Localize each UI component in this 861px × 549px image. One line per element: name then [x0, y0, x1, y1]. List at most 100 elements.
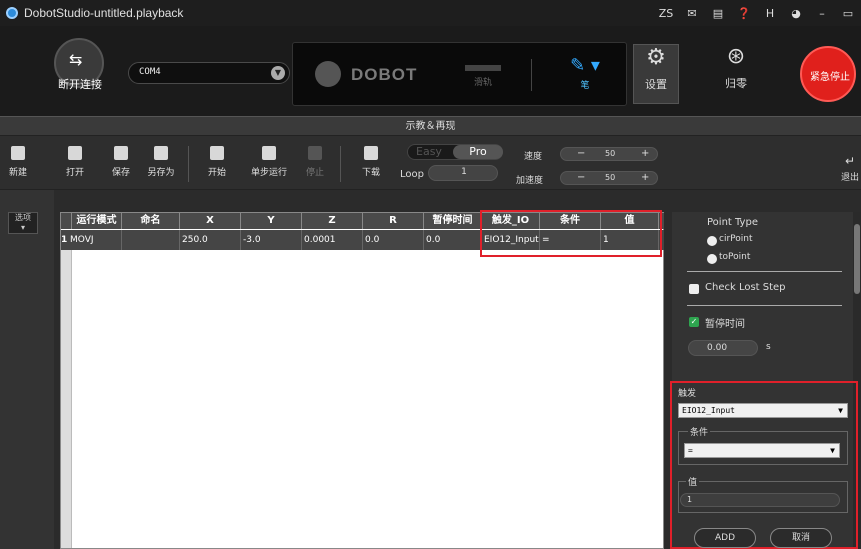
speed-label: 速度 — [524, 152, 543, 162]
table-cell[interactable] — [122, 230, 180, 250]
home-return-icon: ⊛ — [726, 44, 746, 69]
home-button[interactable]: ⊛ 归零 — [713, 44, 759, 104]
save-button[interactable]: 保存 — [106, 144, 136, 184]
settings-label: 设置 — [645, 78, 667, 91]
pause-time-label: 暂停时间 — [705, 319, 745, 330]
options-button[interactable]: 选项 ▾ — [8, 212, 38, 234]
cirpoint-radio[interactable] — [707, 236, 717, 246]
highlight-frame — [480, 210, 662, 257]
toolbar: 新建 打开 保存 另存为 开始 单步运行 停止 下载 Easy Pro Loop… — [0, 136, 861, 190]
stop-button[interactable]: 停止 — [300, 144, 330, 184]
open-label: 打开 — [65, 168, 84, 178]
minimize-button[interactable]: – — [809, 7, 835, 20]
chevron-down-icon: ▼ — [838, 406, 843, 415]
loop-input[interactable]: 1 — [428, 165, 498, 181]
mode-pro[interactable]: Pro — [453, 145, 503, 159]
emergency-stop-button[interactable]: 紧急停止 — [800, 46, 856, 102]
step-run-button[interactable]: 单步运行 — [246, 144, 292, 184]
table-cell[interactable]: -3.0 — [241, 230, 302, 250]
save-as-label: 另存为 — [147, 168, 175, 178]
rail-icon — [465, 65, 501, 71]
add-button[interactable]: ADD — [694, 528, 756, 548]
new-label: 新建 — [8, 168, 27, 178]
table-cell[interactable]: MOVJ — [68, 230, 122, 250]
check-lost-step-checkbox[interactable] — [689, 284, 699, 294]
corner-cell — [61, 213, 72, 229]
mode-switch[interactable]: Easy Pro — [407, 144, 503, 160]
col-header[interactable]: X — [180, 213, 241, 229]
new-button[interactable]: 新建 — [6, 144, 30, 184]
plus-icon[interactable]: + — [641, 148, 649, 159]
accel-value: 50 — [605, 173, 616, 182]
table-cell[interactable]: 0.0 — [363, 230, 424, 250]
section-title: 示教＆再现 — [0, 116, 861, 136]
rail-option[interactable]: 滑轨 — [463, 59, 503, 89]
mail-icon[interactable]: ✉ — [679, 7, 705, 20]
maximize-button[interactable]: ▭ — [835, 7, 861, 20]
pause-time-input[interactable]: 0.00 — [688, 340, 758, 356]
cancel-button[interactable]: 取消 — [770, 528, 832, 548]
condition-value: = — [688, 446, 693, 455]
exit-button[interactable]: ↵ 退出 — [838, 154, 861, 183]
col-header[interactable]: 暂停时间 — [424, 213, 482, 229]
pause-time-checkbox[interactable]: ✓ — [689, 317, 699, 327]
save-label: 保存 — [111, 168, 130, 178]
plug-icon: ⇆ — [69, 50, 83, 69]
com-port-select[interactable]: COM4 ▼ — [128, 62, 290, 84]
home-label: 归零 — [725, 77, 747, 90]
table-cell[interactable]: 0.0001 — [302, 230, 363, 250]
step-icon — [262, 146, 276, 160]
table-cell[interactable]: 250.0 — [180, 230, 241, 250]
plus-icon[interactable]: + — [641, 172, 649, 183]
col-header[interactable]: 命名 — [122, 213, 180, 229]
rail-label: 滑轨 — [473, 78, 492, 88]
dobot-device-display: DOBOT 滑轨 ✎ ▾ 笔 — [292, 42, 627, 106]
exit-label: 退出 — [840, 173, 859, 183]
pause-time-value: 0.00 — [707, 343, 728, 353]
download-icon — [364, 146, 378, 160]
window-title: DobotStudio-untitled.playback — [24, 6, 184, 20]
loop-label: Loop — [400, 169, 424, 180]
minus-icon[interactable]: − — [577, 172, 585, 183]
stop-icon — [308, 146, 322, 160]
brand-name: DOBOT — [351, 65, 418, 84]
pen-tool-option[interactable]: ✎ ▾ 笔 — [555, 55, 615, 91]
minus-icon[interactable]: − — [577, 148, 585, 159]
help-icon[interactable]: ❓ — [731, 7, 757, 20]
col-header[interactable]: Z — [302, 213, 363, 229]
trigger-select[interactable]: EIO12_Input ▼ — [678, 403, 848, 418]
theme-icon[interactable]: ◕ — [783, 7, 809, 20]
col-header[interactable]: R — [363, 213, 424, 229]
open-button[interactable]: 打开 — [60, 144, 90, 184]
row-gutter — [61, 250, 72, 548]
table-cell[interactable]: 0.0 — [424, 230, 482, 250]
save-as-icon — [154, 146, 168, 160]
speed-spinner[interactable]: − 50 + — [560, 147, 658, 161]
chevron-down-icon: ▼ — [271, 66, 285, 80]
trigger-value: EIO12_Input — [682, 406, 735, 415]
save-as-button[interactable]: 另存为 — [146, 144, 176, 184]
pen-icon: ✎ ▾ — [570, 55, 600, 76]
gear-icon: ⚙ — [646, 45, 666, 70]
topoint-radio[interactable] — [707, 254, 717, 264]
list-icon[interactable]: ▤ — [705, 7, 731, 20]
scrollbar-thumb[interactable] — [854, 224, 860, 294]
download-button[interactable]: 下载 — [356, 144, 386, 184]
start-label: 开始 — [207, 168, 226, 178]
options-label: 选项 — [15, 213, 31, 222]
user-icon[interactable]: ZS — [653, 7, 679, 20]
chevron-down-icon: ▼ — [830, 446, 835, 455]
value-input[interactable]: 1 — [680, 493, 840, 507]
settings-button[interactable]: ⚙ 设置 — [633, 44, 679, 104]
title-bar: DobotStudio-untitled.playback ZS ✉ ▤ ❓ H… — [0, 0, 861, 26]
h-icon[interactable]: H — [757, 7, 783, 20]
col-header[interactable]: Y — [241, 213, 302, 229]
disconnect-label: 断开连接 — [58, 78, 102, 91]
col-header[interactable]: 运行模式 — [72, 213, 122, 229]
save-icon — [114, 146, 128, 160]
mode-easy[interactable]: Easy — [416, 145, 442, 158]
condition-select[interactable]: = ▼ — [684, 443, 840, 458]
accel-spinner[interactable]: − 50 + — [560, 171, 658, 185]
start-button[interactable]: 开始 — [202, 144, 232, 184]
divider — [188, 146, 189, 182]
